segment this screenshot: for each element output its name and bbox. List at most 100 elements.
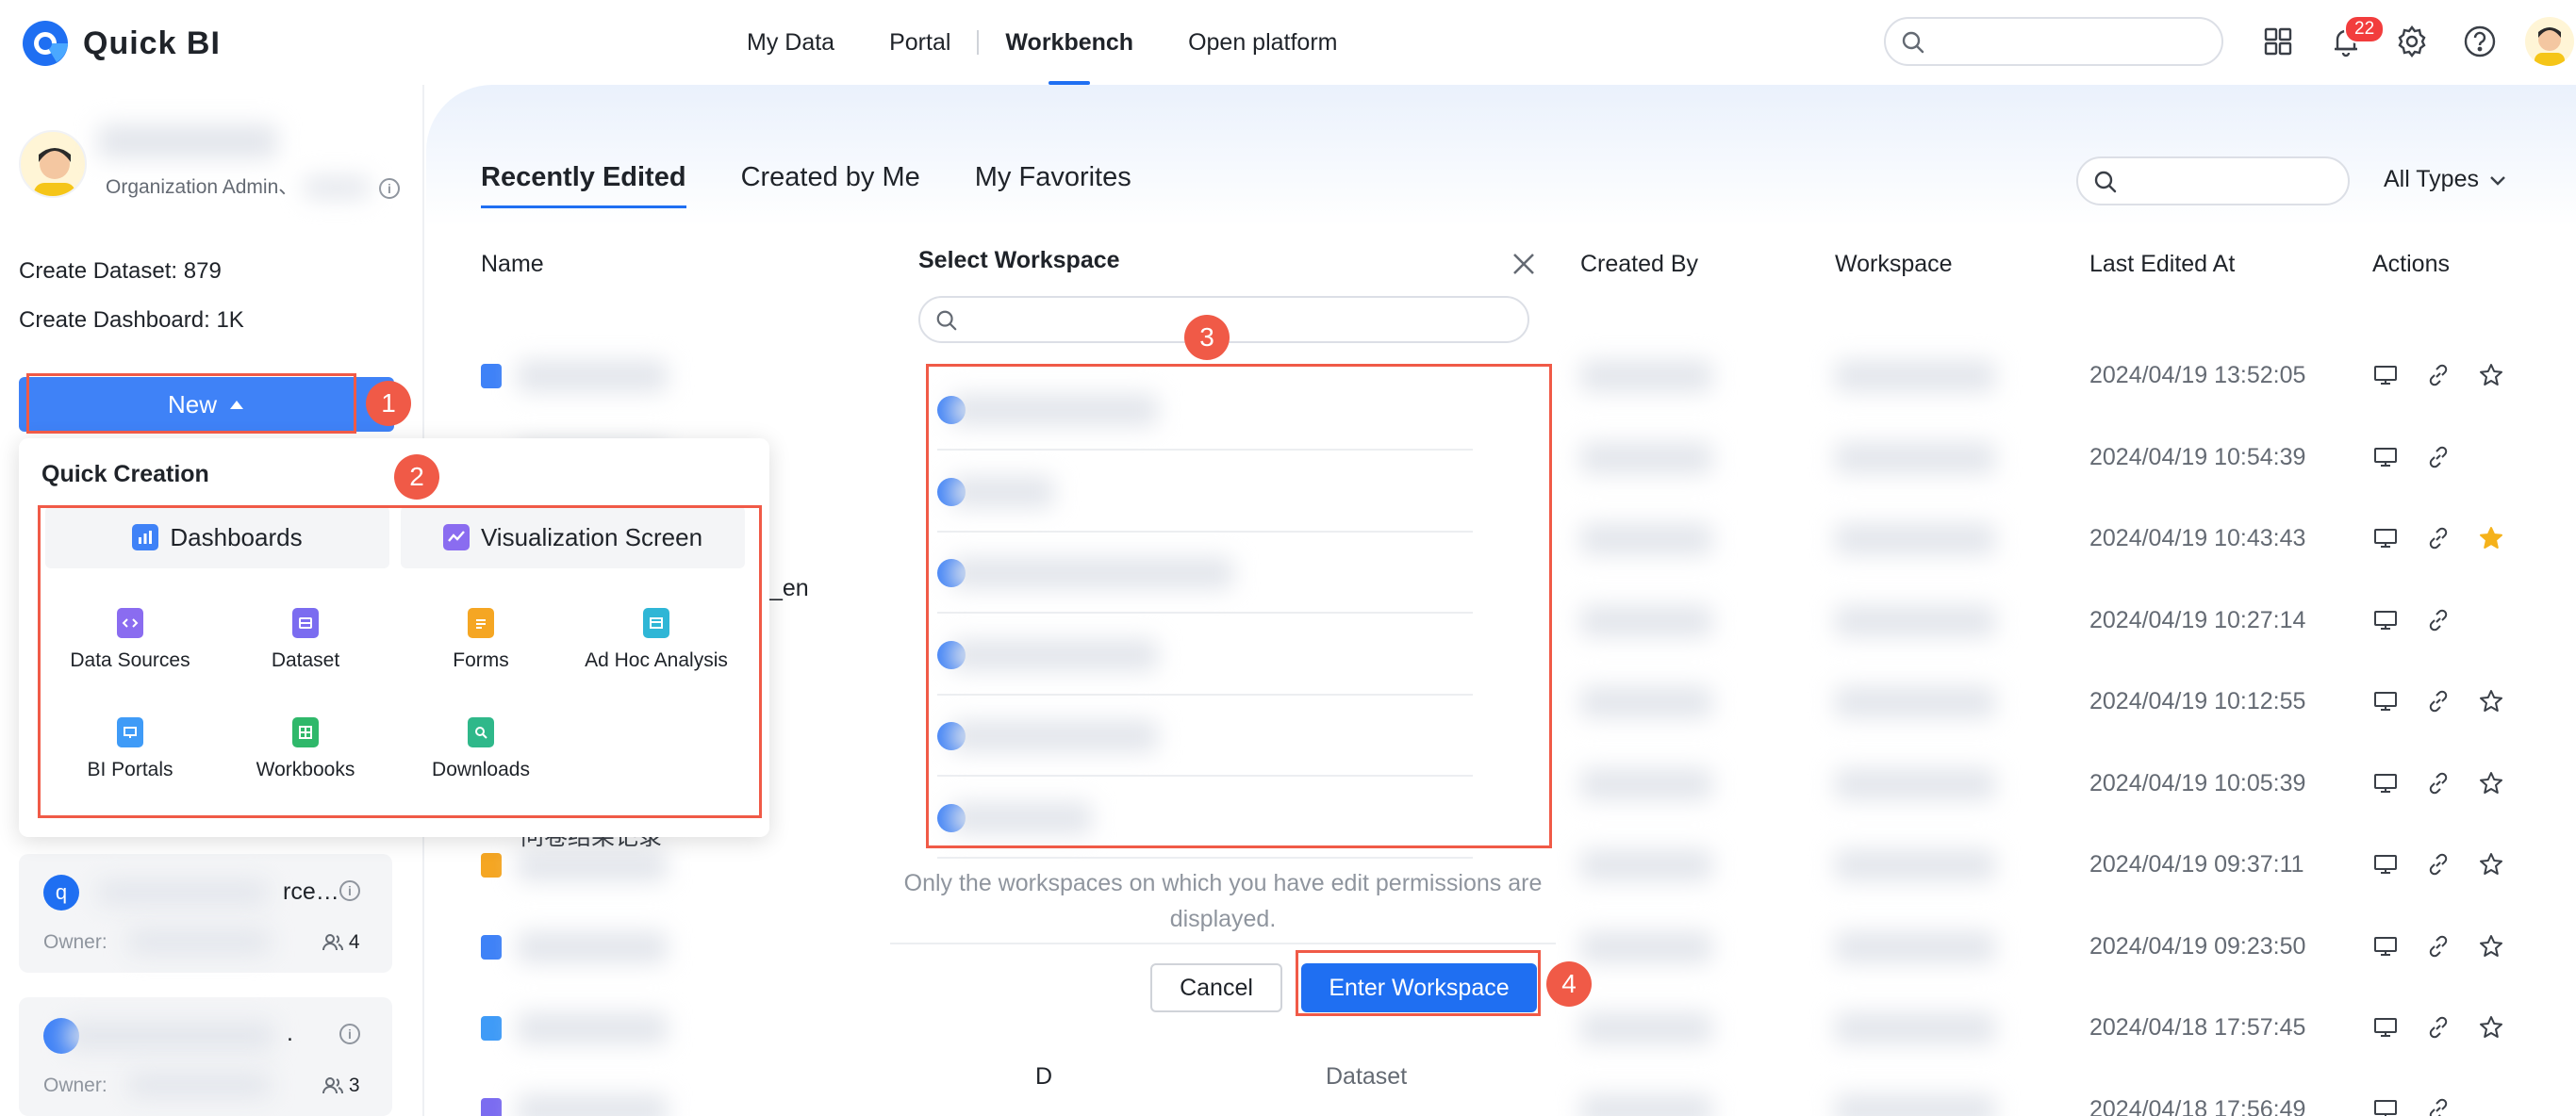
user-avatar[interactable] [2525,17,2574,66]
copy-link-icon[interactable] [2421,521,2455,555]
row-creator-redacted [1580,767,1712,800]
member-count-value: 3 [348,1075,360,1096]
copy-link-icon[interactable] [2421,603,2455,637]
row-workspace-redacted [1835,441,1995,474]
dialog-title: Select Workspace [918,247,1120,273]
help-icon[interactable] [2459,21,2501,62]
callout-box-workspace-list [926,364,1552,848]
callout-box-new-button [26,373,356,434]
preview-monitor-icon[interactable] [2369,1010,2403,1044]
column-header-actions: Actions [2372,251,2450,277]
column-header-created-by[interactable]: Created By [1580,251,1698,278]
column-header-last-edited[interactable]: Last Edited At [2089,251,2235,278]
quick-creation-title: Quick Creation [41,461,209,487]
preview-monitor-icon[interactable] [2369,521,2403,555]
copy-link-icon[interactable] [2421,1092,2455,1116]
close-icon[interactable] [1507,247,1541,281]
workspace-avatar: q [43,875,79,911]
profile-role: Organization Admin、 i [106,172,400,200]
tab-recently-edited[interactable]: Recently Edited [481,162,686,208]
info-icon[interactable]: i [339,880,360,901]
copy-link-icon[interactable] [2421,929,2455,963]
row-name-redacted [517,930,668,963]
nav-my-data[interactable]: My Data [747,0,834,85]
row-creator-redacted [1580,360,1712,392]
callout-box-enter-workspace [1296,950,1541,1016]
tab-created-by-me[interactable]: Created by Me [741,162,920,208]
owner-label: Owner: [43,931,107,953]
top-navigation-bar: Quick BI My Data Portal Workbench Open p… [0,0,2576,85]
member-count: 3 [322,1075,360,1097]
nav-portal[interactable]: Portal [889,0,950,85]
row-name-redacted [517,1012,668,1044]
favorite-star-icon[interactable] [2474,358,2508,392]
preview-monitor-icon[interactable] [2369,358,2403,392]
copy-link-icon[interactable] [2421,1010,2455,1044]
stat-datasets: Create Dataset: 879 [19,258,222,285]
row-workspace-redacted [1835,686,1995,718]
preview-monitor-icon[interactable] [2369,684,2403,718]
favorite-star-icon[interactable] [2474,1010,2508,1044]
workspace-card[interactable]: . i Owner: 3 [19,997,392,1116]
favorite-star-icon[interactable] [2474,929,2508,963]
form-icon [481,853,502,878]
stat-dashboards: Create Dashboard: 1K [19,307,244,334]
workspace-name: rce… [283,878,339,905]
workspace-name-redacted [98,880,268,905]
copy-link-icon[interactable] [2421,358,2455,392]
portal-icon [481,1016,502,1041]
preview-monitor-icon[interactable] [2369,847,2403,881]
member-count-value: 4 [348,931,360,953]
dataset-icon [481,1097,502,1116]
row-name-redacted [517,849,668,881]
profile-name-redacted [98,124,277,158]
nav-open-platform[interactable]: Open platform [1188,0,1337,85]
row-name-redacted [517,360,668,392]
column-header-name[interactable]: Name [481,251,544,278]
row-creator-redacted [1580,1012,1712,1044]
global-search-input[interactable] [1884,17,2223,66]
favorite-star-icon[interactable] [2474,847,2508,881]
owner-label: Owner: [43,1075,107,1096]
search-icon [1902,31,1924,54]
row-creator-redacted [1580,604,1712,637]
row-workspace-redacted [1835,849,1995,881]
favorite-star-icon[interactable] [2474,684,2508,718]
dialog-note: Only the workspaces on which you have ed… [903,870,1543,932]
type-filter-dropdown[interactable]: All Types [2384,166,2506,193]
preview-monitor-icon[interactable] [2369,929,2403,963]
cancel-button[interactable]: Cancel [1150,963,1282,1012]
type-filter-label: All Types [2384,166,2479,192]
preview-monitor-icon[interactable] [2369,440,2403,474]
copy-link-icon[interactable] [2421,847,2455,881]
search-icon [2094,171,2117,193]
step-badge-4: 4 [1546,961,1592,1007]
row-last-edited: 2024/04/19 10:05:39 [2089,769,2306,796]
workspace-card[interactable]: q rce… i Owner: 4 [19,854,392,973]
row-last-edited: 2024/04/19 10:43:43 [2089,525,2306,551]
row-type-text: Dataset [1326,1063,1408,1090]
preview-monitor-icon[interactable] [2369,603,2403,637]
members-icon [322,934,343,951]
tab-my-favorites[interactable]: My Favorites [975,162,1131,208]
nav-workbench[interactable]: Workbench [1005,0,1133,85]
info-icon[interactable]: i [339,1024,360,1044]
info-icon[interactable]: i [378,178,400,199]
apps-grid-icon[interactable] [2257,21,2299,62]
copy-link-icon[interactable] [2421,440,2455,474]
table-row[interactable]: 2024/04/18 17:56:49 [426,1070,2576,1116]
preview-monitor-icon[interactable] [2369,1092,2403,1116]
app-logo[interactable]: Quick BI [19,17,221,70]
dashboard-icon [481,364,502,388]
notification-count-badge: 22 [2344,15,2386,43]
content-search-input[interactable] [2076,156,2350,205]
main-nav: My Data Portal Workbench Open platform [747,0,1393,85]
copy-link-icon[interactable] [2421,766,2455,800]
favorite-star-filled-icon[interactable] [2474,521,2508,555]
column-header-workspace[interactable]: Workspace [1835,251,1953,278]
favorite-star-icon[interactable] [2474,766,2508,800]
settings-gear-icon[interactable] [2391,21,2433,62]
preview-monitor-icon[interactable] [2369,766,2403,800]
copy-link-icon[interactable] [2421,684,2455,718]
search-icon [936,310,957,331]
